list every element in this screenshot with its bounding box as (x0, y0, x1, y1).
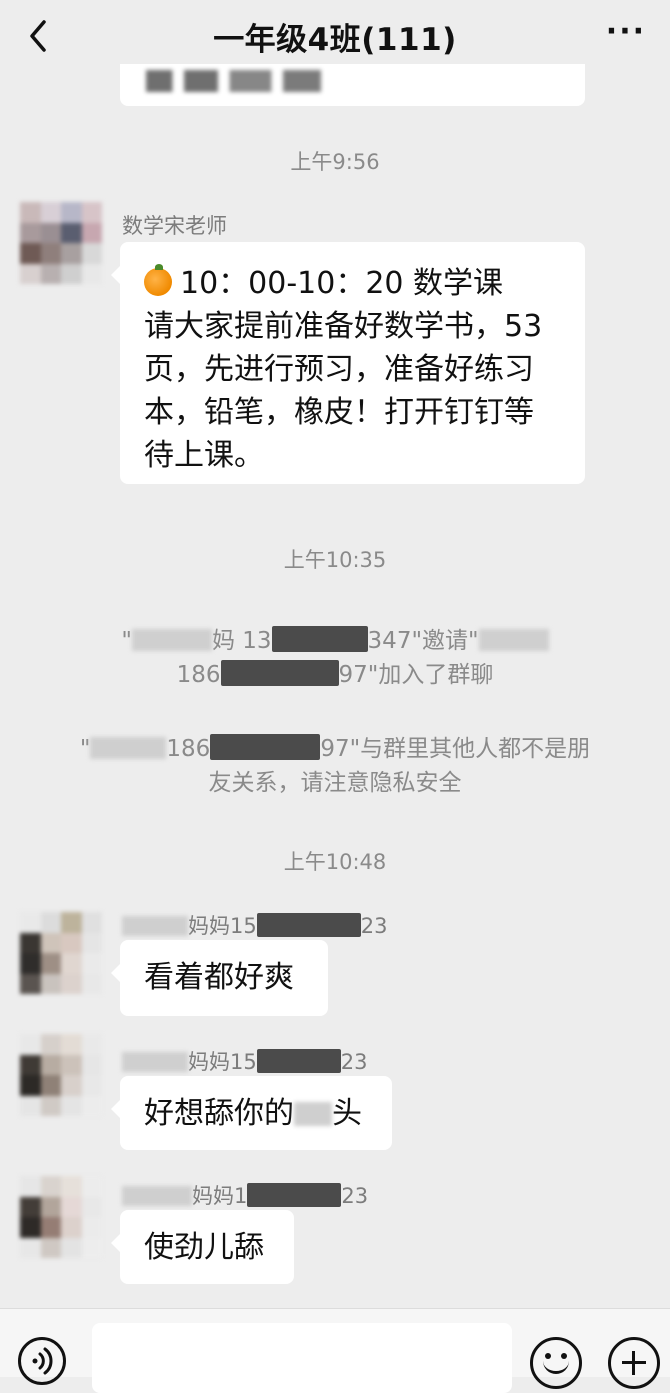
redacted-word (294, 1102, 332, 1126)
plus-icon[interactable] (608, 1337, 660, 1389)
chat-title: 一年级4班(111) (213, 22, 457, 58)
chat-message-bubble[interactable]: 看着都好爽 (111, 940, 328, 1016)
message-text: 使劲儿舔 (144, 1230, 264, 1265)
redacted-name (90, 737, 167, 759)
system-notice-line: " 186 97"与群里其他人都不是朋 (79, 734, 591, 762)
sender-name: 妈妈15 23 (122, 910, 387, 940)
redacted-name (478, 629, 549, 651)
message-line: 页，先进行预习，准备好练习 (144, 352, 534, 387)
sender-name: 妈妈1 23 (122, 1180, 368, 1210)
more-options-icon[interactable]: ··· (606, 17, 646, 47)
message-line: 10：00-10：20 数学课 (144, 262, 561, 305)
redacted-number (247, 1183, 342, 1207)
redacted-name (122, 916, 188, 936)
message-input[interactable] (92, 1323, 512, 1393)
sender-name: 数学宋老师 (122, 214, 227, 238)
message-line: 待上课。 (144, 438, 264, 473)
system-notice-line: " 妈 13 347"邀请" (0, 624, 670, 658)
system-notice-line: 186 97"加入了群聊 (176, 660, 494, 688)
redacted-number (210, 734, 321, 760)
orange-emoji-icon (144, 264, 172, 296)
input-toolbar (0, 1308, 670, 1393)
cropped-text (146, 70, 336, 92)
redacted-name (122, 1052, 188, 1072)
chat-message-bubble[interactable]: 使劲儿舔 (111, 1210, 294, 1284)
redacted-number (256, 1049, 341, 1073)
timestamp: 上午10:35 (283, 548, 387, 572)
message-line: 本，铅笔，橡皮！打开钉钉等 (144, 395, 534, 430)
system-notice-invite: " 妈 13 347"邀请" 186 97"加入了群聊 (0, 624, 670, 692)
avatar[interactable] (20, 202, 102, 284)
chat-header: 一年级4班(111) ··· (0, 0, 670, 72)
redacted-number (271, 626, 368, 652)
redacted-number (256, 913, 361, 937)
avatar[interactable] (20, 1034, 102, 1116)
message-line: 请大家提前准备好数学书，53 (144, 309, 543, 344)
previous-message-bubble[interactable] (120, 64, 585, 106)
avatar[interactable] (20, 912, 102, 994)
teacher-message-bubble[interactable]: 10：00-10：20 数学课 请大家提前准备好数学书，53 页，先进行预习，准… (111, 242, 585, 484)
sender-name: 妈妈15 23 (122, 1046, 367, 1076)
emoji-icon[interactable] (530, 1337, 582, 1389)
avatar[interactable] (20, 1176, 102, 1258)
redacted-name (122, 1186, 192, 1206)
timestamp: 上午9:56 (290, 150, 380, 174)
message-text: 好想舔你的头 (144, 1096, 362, 1131)
timestamp: 上午10:48 (283, 850, 387, 874)
redacted-number (220, 660, 339, 686)
voice-icon[interactable] (18, 1337, 66, 1385)
redacted-name (131, 629, 212, 651)
system-notice-line: 友关系，请注意隐私安全 (208, 770, 462, 796)
message-text: 看着都好爽 (144, 960, 294, 995)
chat-message-bubble[interactable]: 好想舔你的头 (111, 1076, 392, 1150)
system-notice-privacy: " 186 97"与群里其他人都不是朋 友关系，请注意隐私安全 (0, 732, 670, 800)
